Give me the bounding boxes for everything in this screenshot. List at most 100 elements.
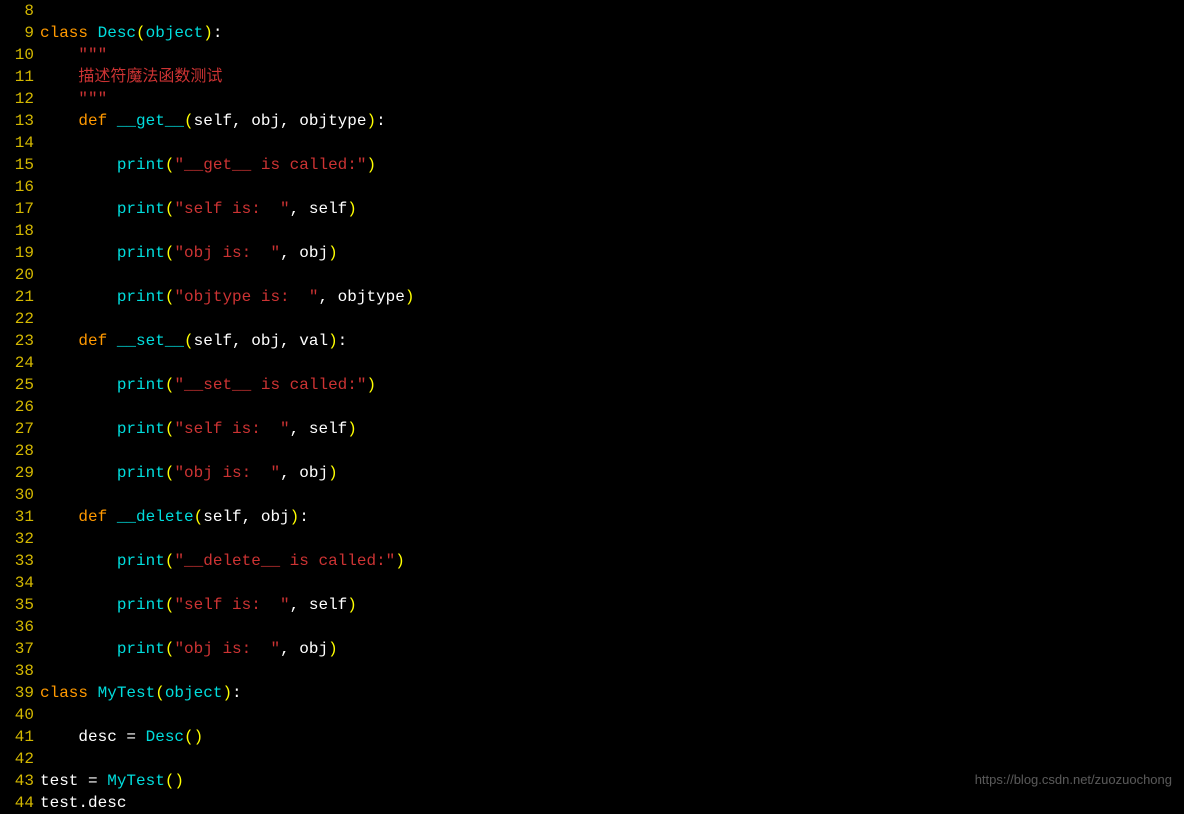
code-line[interactable]: 33 print("__delete__ is called:") [0,550,1184,572]
code-line[interactable]: 17 print("self is: ", self) [0,198,1184,220]
code-editor[interactable]: 89class Desc(object):10 """11 描述符魔法函数测试1… [0,0,1184,814]
line-number: 43 [0,770,40,792]
token-str: "obj is: " [174,464,280,482]
code-content[interactable] [40,396,1184,418]
code-content[interactable]: test.desc [40,792,1184,814]
code-line[interactable]: 16 [0,176,1184,198]
code-content[interactable]: 描述符魔法函数测试 [40,66,1184,88]
code-line[interactable]: 29 print("obj is: ", obj) [0,462,1184,484]
token-paren: ) [290,508,300,526]
code-content[interactable] [40,220,1184,242]
token-paren: ) [347,420,357,438]
token-paren: ( [165,288,175,306]
token-ws [40,376,117,394]
code-content[interactable]: print("self is: ", self) [40,198,1184,220]
token-punct: , [318,288,337,306]
line-number: 16 [0,176,40,198]
code-line[interactable]: 25 print("__set__ is called:") [0,374,1184,396]
code-content[interactable]: print("self is: ", self) [40,418,1184,440]
token-doctext: 描述符魔法函数测试 [78,68,222,86]
code-content[interactable]: print("__set__ is called:") [40,374,1184,396]
token-paren: ) [366,112,376,130]
code-content[interactable] [40,308,1184,330]
code-line[interactable]: 24 [0,352,1184,374]
code-content[interactable] [40,264,1184,286]
code-line[interactable]: 13 def __get__(self, obj, objtype): [0,110,1184,132]
code-content[interactable]: class MyTest(object): [40,682,1184,704]
code-line[interactable]: 42 [0,748,1184,770]
code-line[interactable]: 32 [0,528,1184,550]
token-paren: ) [328,640,338,658]
code-content[interactable] [40,660,1184,682]
code-line[interactable]: 44test.desc [0,792,1184,814]
token-ws [40,640,117,658]
code-content[interactable]: desc = Desc() [40,726,1184,748]
line-number: 32 [0,528,40,550]
code-content[interactable] [40,352,1184,374]
code-content[interactable] [40,440,1184,462]
token-builtin: object [165,684,223,702]
code-line[interactable]: 34 [0,572,1184,594]
code-line[interactable]: 27 print("self is: ", self) [0,418,1184,440]
code-line[interactable]: 9class Desc(object): [0,22,1184,44]
code-content[interactable] [40,484,1184,506]
code-content[interactable]: class Desc(object): [40,22,1184,44]
code-line[interactable]: 14 [0,132,1184,154]
token-paren: ( [184,332,194,350]
code-line[interactable]: 11 描述符魔法函数测试 [0,66,1184,88]
code-content[interactable]: def __get__(self, obj, objtype): [40,110,1184,132]
code-line[interactable]: 36 [0,616,1184,638]
code-content[interactable] [40,0,1184,22]
code-line[interactable]: 15 print("__get__ is called:") [0,154,1184,176]
code-line[interactable]: 39class MyTest(object): [0,682,1184,704]
token-fn: print [117,552,165,570]
code-line[interactable]: 28 [0,440,1184,462]
code-line[interactable]: 20 [0,264,1184,286]
token-paren: () [165,772,184,790]
code-line[interactable]: 30 [0,484,1184,506]
code-line[interactable]: 19 print("obj is: ", obj) [0,242,1184,264]
code-line[interactable]: 23 def __set__(self, obj, val): [0,330,1184,352]
code-line[interactable]: 41 desc = Desc() [0,726,1184,748]
code-content[interactable] [40,748,1184,770]
token-fn: print [117,288,165,306]
token-ident: test [40,772,88,790]
code-content[interactable]: print("self is: ", self) [40,594,1184,616]
code-content[interactable] [40,132,1184,154]
code-line[interactable]: 10 """ [0,44,1184,66]
code-content[interactable]: """ [40,44,1184,66]
code-content[interactable]: def __delete(self, obj): [40,506,1184,528]
token-ident: self [309,596,347,614]
line-number: 26 [0,396,40,418]
code-content[interactable]: print("__delete__ is called:") [40,550,1184,572]
code-line[interactable]: 40 [0,704,1184,726]
token-ident: obj [299,464,328,482]
code-content[interactable]: print("obj is: ", obj) [40,462,1184,484]
code-content[interactable] [40,616,1184,638]
code-content[interactable]: print("obj is: ", obj) [40,242,1184,264]
token-str: "self is: " [174,420,289,438]
code-content[interactable] [40,528,1184,550]
code-content[interactable]: print("objtype is: ", objtype) [40,286,1184,308]
token-paren: ( [184,112,194,130]
token-kw: def [78,112,116,130]
code-content[interactable]: def __set__(self, obj, val): [40,330,1184,352]
code-line[interactable]: 37 print("obj is: ", obj) [0,638,1184,660]
code-content[interactable] [40,176,1184,198]
token-ws [40,46,78,64]
code-content[interactable]: print("obj is: ", obj) [40,638,1184,660]
code-line[interactable]: 35 print("self is: ", self) [0,594,1184,616]
code-content[interactable] [40,572,1184,594]
code-line[interactable]: 26 [0,396,1184,418]
code-line[interactable]: 12 """ [0,88,1184,110]
code-content[interactable] [40,704,1184,726]
code-line[interactable]: 38 [0,660,1184,682]
code-line[interactable]: 22 [0,308,1184,330]
code-line[interactable]: 8 [0,0,1184,22]
code-line[interactable]: 18 [0,220,1184,242]
code-line[interactable]: 31 def __delete(self, obj): [0,506,1184,528]
code-content[interactable]: print("__get__ is called:") [40,154,1184,176]
token-str: "__delete__ is called:" [174,552,395,570]
code-line[interactable]: 21 print("objtype is: ", objtype) [0,286,1184,308]
code-content[interactable]: """ [40,88,1184,110]
